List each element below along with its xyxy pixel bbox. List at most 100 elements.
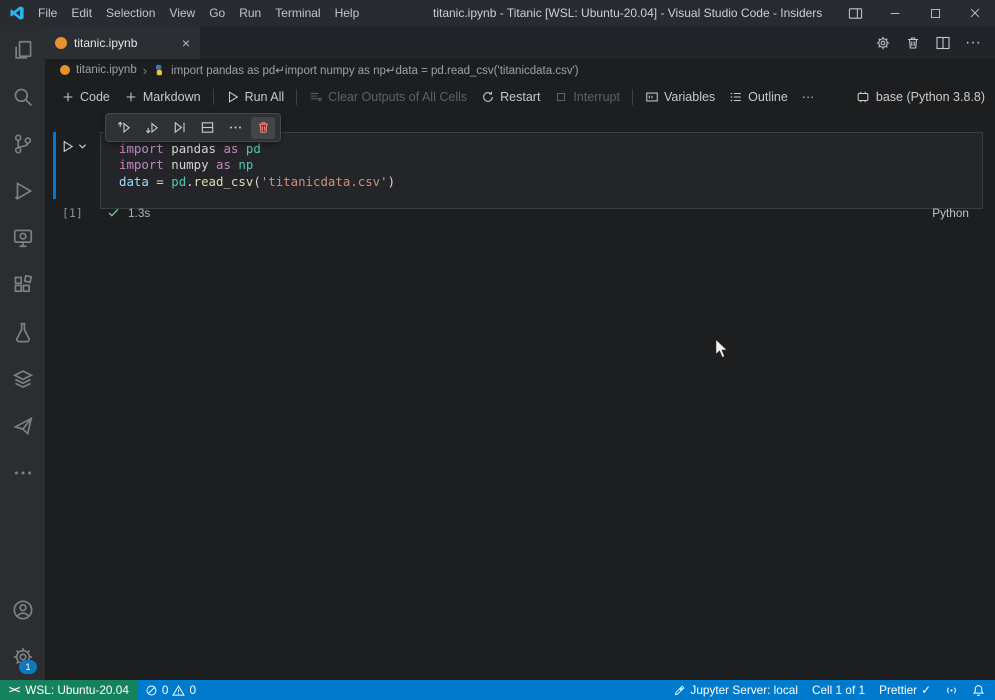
run-debug-icon[interactable] xyxy=(0,167,45,214)
close-tab-icon[interactable]: × xyxy=(182,36,190,50)
add-code-label: Code xyxy=(80,89,110,104)
status-bar: >< WSL: Ubuntu-20.04 0 0 Jupyter Server:… xyxy=(0,680,995,700)
vscode-window: File Edit Selection View Go Run Terminal… xyxy=(0,0,995,700)
activity-bar: 1 xyxy=(0,26,45,680)
add-markdown-label: Markdown xyxy=(142,89,201,104)
menu-run[interactable]: Run xyxy=(232,0,268,26)
tab-label: titanic.ipynb xyxy=(74,35,138,50)
jupyter-notebook-icon xyxy=(60,65,70,75)
paper-plane-icon[interactable] xyxy=(0,402,45,449)
breadcrumb-cell-preview[interactable]: import pandas as pd↵import numpy as np↵d… xyxy=(171,63,579,77)
execution-count: [1] xyxy=(62,206,83,220)
breadcrumb-file[interactable]: titanic.ipynb xyxy=(76,64,137,76)
cell-position-label: Cell 1 of 1 xyxy=(811,683,866,697)
menu-view[interactable]: View xyxy=(162,0,202,26)
clear-outputs-button: Clear Outputs of All Cells xyxy=(302,85,474,109)
split-editor-icon[interactable] xyxy=(935,35,951,51)
remote-explorer-icon[interactable] xyxy=(0,214,45,261)
vscode-insiders-logo-icon xyxy=(9,5,25,21)
delete-cell-icon[interactable] xyxy=(251,116,275,139)
jupyter-notebook-icon xyxy=(55,36,67,49)
cell-code[interactable]: import pandas as pd import numpy as np dat… xyxy=(100,132,983,209)
layers-icon[interactable] xyxy=(0,355,45,402)
minimize-button[interactable] xyxy=(875,0,915,26)
run-icon xyxy=(63,140,74,153)
kernel-picker[interactable]: base (Python 3.8.8) xyxy=(856,90,985,104)
run-by-line-icon[interactable] xyxy=(167,117,191,139)
warning-icon xyxy=(172,684,186,696)
settings-gear-icon[interactable]: 1 xyxy=(0,633,45,680)
maximize-button[interactable] xyxy=(915,0,955,26)
trash-icon[interactable] xyxy=(905,35,921,51)
cell-hover-toolbar xyxy=(105,113,281,142)
run-all-button[interactable]: Run All xyxy=(219,85,292,109)
tab-titanic-ipynb[interactable]: titanic.ipynb × xyxy=(45,26,200,59)
outline-label: Outline xyxy=(748,89,788,104)
tab-bar: titanic.ipynb × ··· xyxy=(45,26,995,59)
more-actions-icon[interactable]: ··· xyxy=(965,34,981,52)
title-bar: File Edit Selection View Go Run Terminal… xyxy=(0,0,995,26)
more-toolbar-actions-icon[interactable]: ··· xyxy=(795,85,822,109)
explorer-icon[interactable] xyxy=(0,26,45,73)
menu-selection[interactable]: Selection xyxy=(99,0,162,26)
menu-edit[interactable]: Edit xyxy=(64,0,99,26)
cell-focus-indicator xyxy=(53,132,56,199)
testing-beaker-icon[interactable] xyxy=(0,308,45,355)
check-icon: ✓ xyxy=(921,683,931,697)
remote-label: WSL: Ubuntu-20.04 xyxy=(25,683,129,697)
run-cell-button[interactable] xyxy=(60,139,87,154)
toolbar-separator xyxy=(296,88,298,105)
interrupt-kernel-button: Interrupt xyxy=(547,85,627,109)
gear-icon[interactable] xyxy=(875,35,891,51)
warning-count: 0 xyxy=(189,683,196,697)
kernel-label: base (Python 3.8.8) xyxy=(875,89,985,104)
notebook-cell: import pandas as pd import numpy as np dat… xyxy=(53,132,983,227)
variables-label: Variables xyxy=(663,89,716,104)
cell-status-bar: 1.3s Python xyxy=(100,200,983,225)
execution-duration: 1.3s xyxy=(128,205,151,220)
error-count: 0 xyxy=(161,683,169,697)
menu-file[interactable]: File xyxy=(31,0,64,26)
toolbar-separator xyxy=(212,88,214,105)
search-icon[interactable] xyxy=(0,73,45,120)
more-views-icon[interactable] xyxy=(0,449,45,496)
problems-status[interactable]: 0 0 xyxy=(138,680,203,700)
jupyter-server-status[interactable]: Jupyter Server: local xyxy=(666,680,805,700)
clear-outputs-label: Clear Outputs of All Cells xyxy=(328,89,468,104)
error-icon xyxy=(146,685,157,695)
source-control-icon[interactable] xyxy=(0,120,45,167)
close-window-button[interactable] xyxy=(955,0,995,26)
split-cell-icon[interactable] xyxy=(195,117,219,139)
variables-button[interactable]: Variables xyxy=(638,85,722,109)
prettier-label: Prettier xyxy=(879,683,918,697)
add-code-cell-button[interactable]: Code xyxy=(54,85,117,109)
cell-position-status[interactable]: Cell 1 of 1 xyxy=(805,680,872,700)
jupyter-server-label: Jupyter Server: local xyxy=(690,683,798,697)
breadcrumb: titanic.ipynb › import pandas as pd↵impo… xyxy=(45,59,995,81)
execute-below-icon[interactable] xyxy=(139,117,163,139)
execute-above-icon[interactable] xyxy=(111,117,135,139)
chevron-right-icon: › xyxy=(142,62,148,78)
outline-button[interactable]: Outline xyxy=(722,85,795,109)
chevron-down-icon xyxy=(78,144,87,149)
window-title: titanic.ipynb - Titanic [WSL: Ubuntu-20.… xyxy=(433,6,823,20)
restart-label: Restart xyxy=(500,89,541,104)
add-markdown-cell-button[interactable]: Markdown xyxy=(117,85,208,109)
menu-go[interactable]: Go xyxy=(202,0,232,26)
menu-help[interactable]: Help xyxy=(328,0,367,26)
menu-terminal[interactable]: Terminal xyxy=(268,0,327,26)
more-cell-actions-icon[interactable] xyxy=(223,117,247,139)
account-icon[interactable] xyxy=(0,586,45,633)
interrupt-label: Interrupt xyxy=(573,89,620,104)
notifications-bell-icon[interactable] xyxy=(965,680,995,700)
broadcast-icon[interactable] xyxy=(938,680,965,700)
extensions-icon[interactable] xyxy=(0,261,45,308)
cell-language-picker[interactable]: Python xyxy=(932,206,969,220)
success-check-icon xyxy=(108,208,119,217)
settings-badge: 1 xyxy=(19,660,37,674)
prettier-status[interactable]: Prettier ✓ xyxy=(872,680,938,700)
restart-kernel-button[interactable]: Restart xyxy=(474,85,547,109)
layout-toggle-button[interactable] xyxy=(835,0,875,26)
editor-actions: ··· xyxy=(875,26,995,59)
remote-indicator[interactable]: >< WSL: Ubuntu-20.04 xyxy=(0,680,138,700)
